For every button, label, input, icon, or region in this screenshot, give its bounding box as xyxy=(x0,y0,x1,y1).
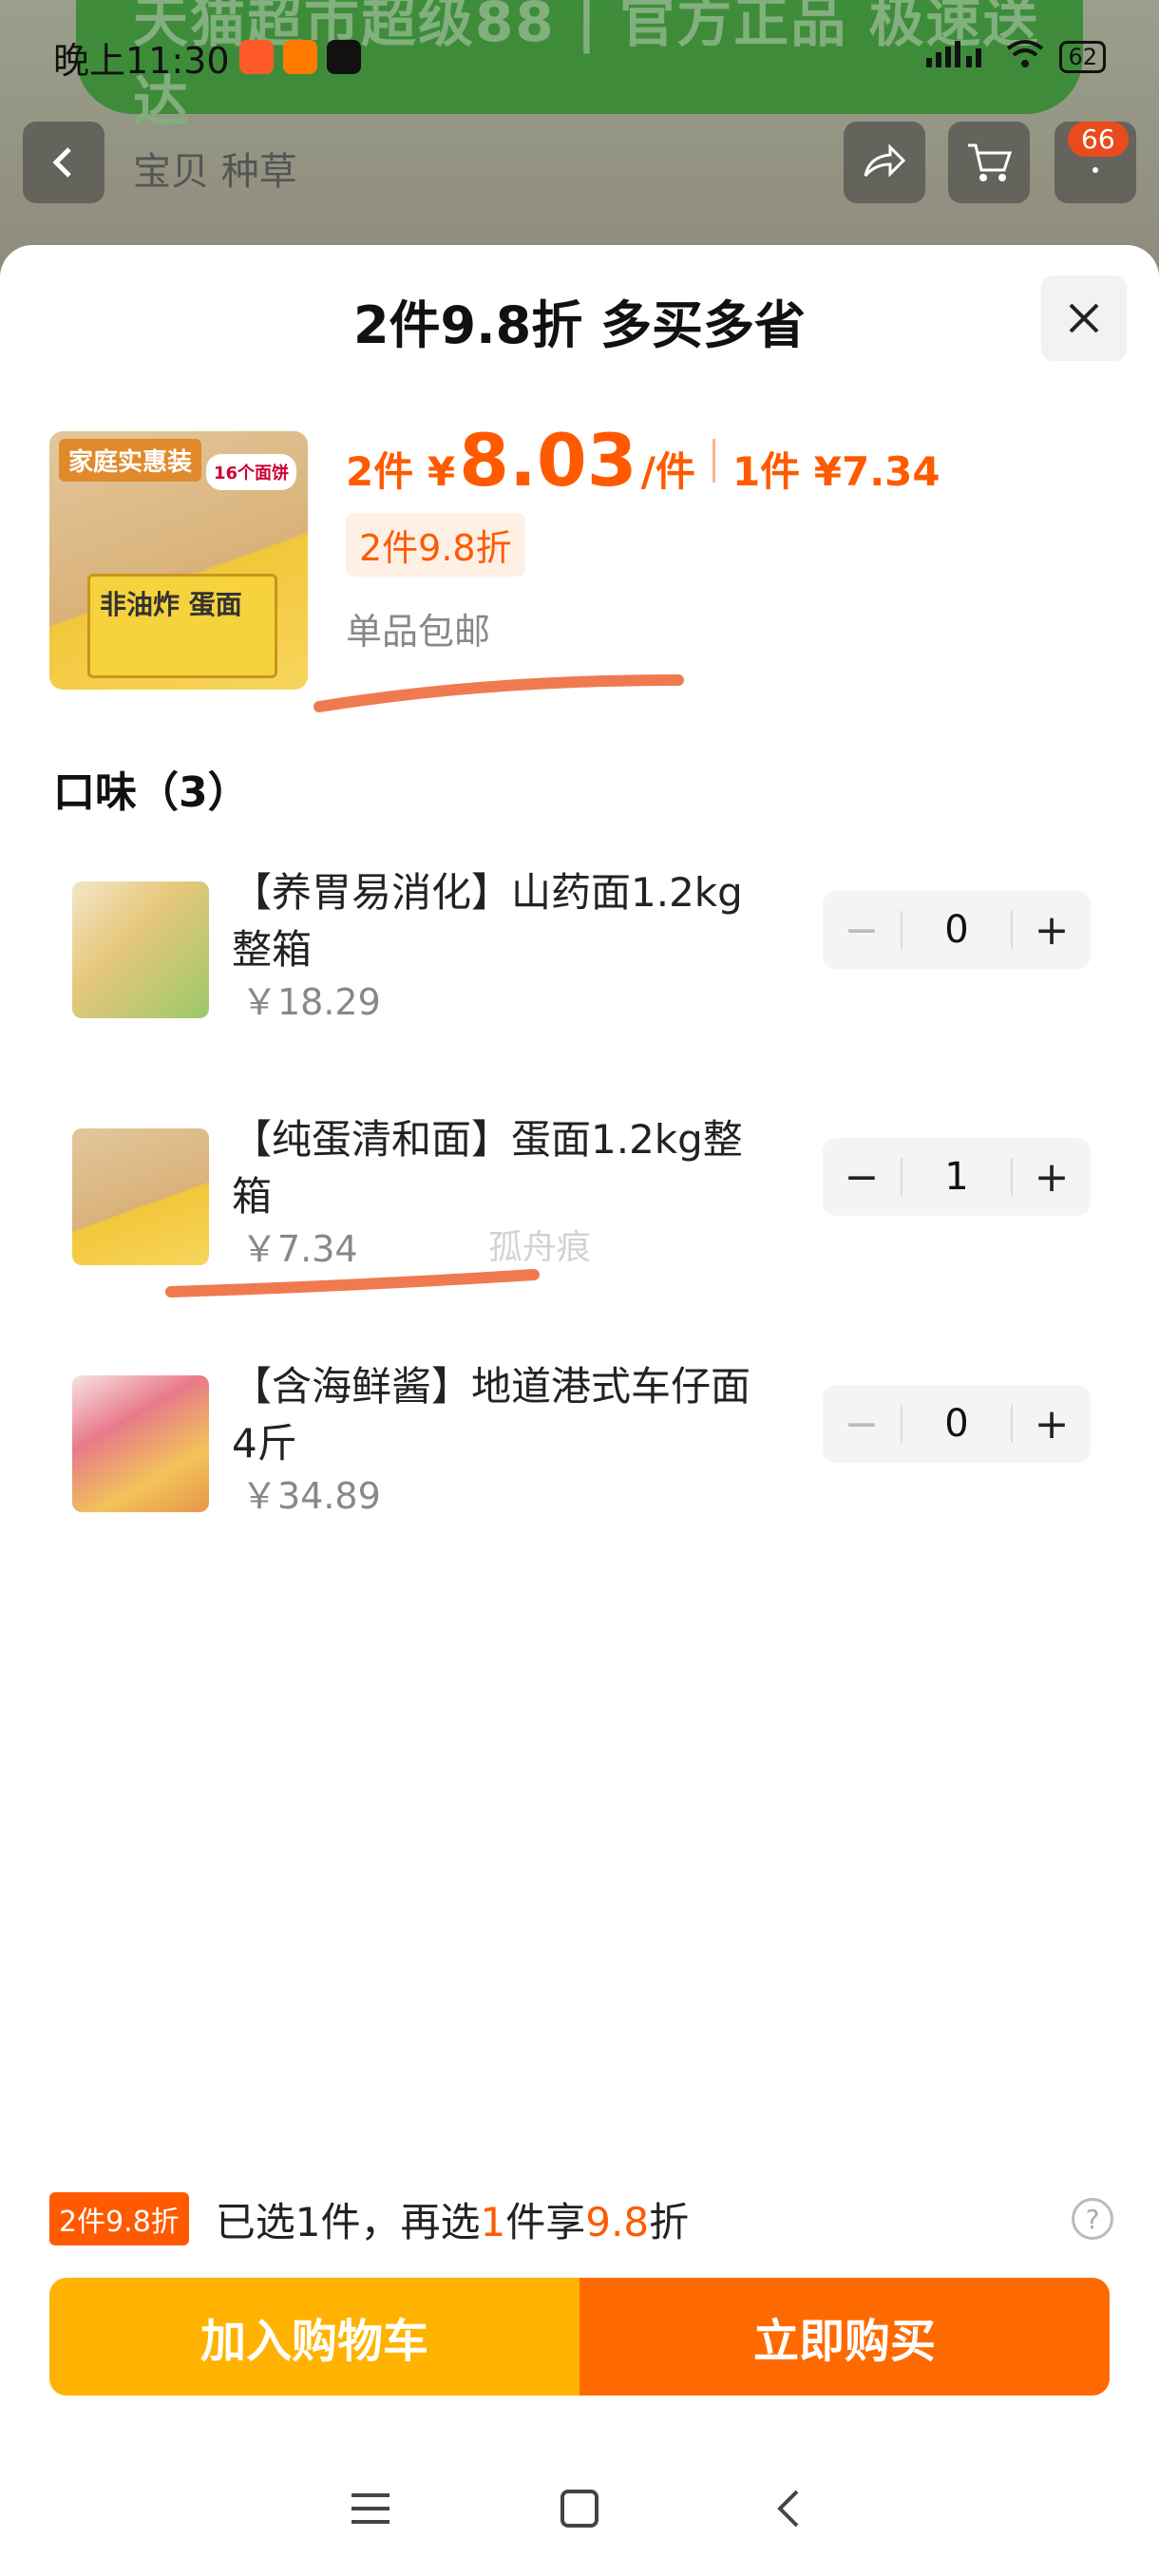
item-price: ￥34.89 xyxy=(241,1475,381,1517)
price-prefix: 2件 ¥ xyxy=(346,448,456,495)
product-box-graphic: 非油炸 蛋面 xyxy=(87,574,277,678)
status-bar: 晚上11:30 62 xyxy=(0,0,1159,114)
action-buttons: 加入购物车 立即购买 xyxy=(49,2278,1110,2396)
increment-button[interactable]: + xyxy=(1013,1138,1091,1216)
back-nav-icon[interactable] xyxy=(760,2480,817,2537)
discount-chip: 2件9.8折 xyxy=(346,513,525,577)
item-title: 【纯蛋清和面】蛋面1.2kg整箱 xyxy=(232,1116,743,1220)
tiktok-notification-icon xyxy=(326,40,361,74)
promo-discount: 9.8 xyxy=(585,2198,650,2245)
increment-button[interactable]: + xyxy=(1013,1385,1091,1463)
product-box-text: 非油炸 蛋面 xyxy=(100,589,242,620)
price-per-item: 8.03 xyxy=(459,418,637,502)
quantity-stepper: − 0 + xyxy=(823,891,1091,969)
price-unit: /件 xyxy=(640,448,695,495)
add-to-cart-button[interactable]: 加入购物车 xyxy=(49,2278,580,2396)
sheet-title: 2件9.8折 多买多省 xyxy=(352,295,807,355)
item-price: ￥18.29 xyxy=(241,981,381,1023)
list-item[interactable]: 【养胃易消化】山药面1.2kg整箱 ￥18.29 − 0 + xyxy=(0,843,1159,1052)
cart-button[interactable] xyxy=(948,122,1030,203)
home-icon[interactable] xyxy=(551,2480,608,2537)
app-notification-icon xyxy=(238,40,274,74)
share-icon xyxy=(864,143,906,178)
product-image[interactable]: 家庭实惠装 16个面饼 非油炸 蛋面 xyxy=(49,431,308,690)
price-line: 2件 ¥ 8.03 /件 1件 ¥7.34 xyxy=(346,418,940,502)
close-button[interactable] xyxy=(1041,275,1127,361)
back-button[interactable] xyxy=(23,122,104,203)
item-thumbnail xyxy=(72,881,209,1018)
decrement-button[interactable]: − xyxy=(823,1385,901,1463)
shipping-note: 单品包邮 xyxy=(346,611,491,653)
status-time: 晚上11:30 xyxy=(53,39,230,82)
quantity-value[interactable]: 1 xyxy=(901,1158,1013,1196)
quantity-stepper: − 1 + xyxy=(823,1138,1091,1216)
signal-icon xyxy=(924,36,991,78)
promo-text-c: 折 xyxy=(649,2198,690,2245)
help-icon[interactable]: ? xyxy=(1072,2198,1113,2240)
quantity-stepper: − 0 + xyxy=(823,1385,1091,1463)
quantity-value[interactable]: 0 xyxy=(901,1405,1013,1443)
promo-progress-row: 2件9.8折 已选1件，再选1件享9.8折 ? xyxy=(49,2190,1113,2247)
product-image-badge: 16个面饼 xyxy=(205,454,296,490)
chevron-left-icon xyxy=(52,147,71,178)
annotation-scribble xyxy=(314,674,684,712)
quantity-value[interactable]: 0 xyxy=(901,911,1013,949)
cart-count-badge: 66 xyxy=(1068,122,1129,157)
item-thumbnail xyxy=(72,1128,209,1265)
promo-text-a: 已选1件，再选 xyxy=(215,2198,481,2245)
item-thumbnail xyxy=(72,1375,209,1512)
promo-count: 1 xyxy=(480,2198,506,2245)
promo-text: 已选1件，再选1件享9.8折 xyxy=(216,2190,689,2248)
decrement-button[interactable]: − xyxy=(823,891,901,969)
decrement-button[interactable]: − xyxy=(823,1138,901,1216)
system-nav-bar xyxy=(0,2456,1159,2561)
sku-selection-sheet: 2件9.8折 多买多省 家庭实惠装 16个面饼 非油炸 蛋面 2件 ¥ 8.03… xyxy=(0,245,1159,2576)
buy-now-button[interactable]: 立即购买 xyxy=(580,2278,1110,2396)
item-title: 【含海鲜酱】地道港式车仔面4斤 xyxy=(232,1363,751,1467)
annotation-scribble xyxy=(165,1269,540,1297)
list-item[interactable]: 【含海鲜酱】地道港式车仔面4斤 ￥34.89 − 0 + xyxy=(0,1337,1159,1546)
cart-icon xyxy=(968,143,1012,181)
product-image-tag: 家庭实惠装 xyxy=(59,439,202,482)
single-price: 1件 ¥7.34 xyxy=(732,448,940,495)
promo-text-b: 件享 xyxy=(505,2198,586,2245)
taobao-notification-icon xyxy=(282,40,317,74)
wifi-icon xyxy=(1006,36,1044,78)
flavor-section-title: 口味（3） xyxy=(53,768,250,817)
watermark: 孤舟痕 xyxy=(488,1228,592,1267)
battery-indicator: 62 xyxy=(1059,41,1106,73)
share-button[interactable] xyxy=(844,122,925,203)
menu-icon[interactable] xyxy=(342,2480,399,2537)
increment-button[interactable]: + xyxy=(1013,891,1091,969)
item-title: 【养胃易消化】山药面1.2kg整箱 xyxy=(232,869,743,973)
background-tabs: 宝贝 种草 xyxy=(133,150,297,194)
price-divider xyxy=(712,438,715,483)
promo-tag: 2件9.8折 xyxy=(49,2192,189,2245)
close-icon xyxy=(1069,303,1099,333)
